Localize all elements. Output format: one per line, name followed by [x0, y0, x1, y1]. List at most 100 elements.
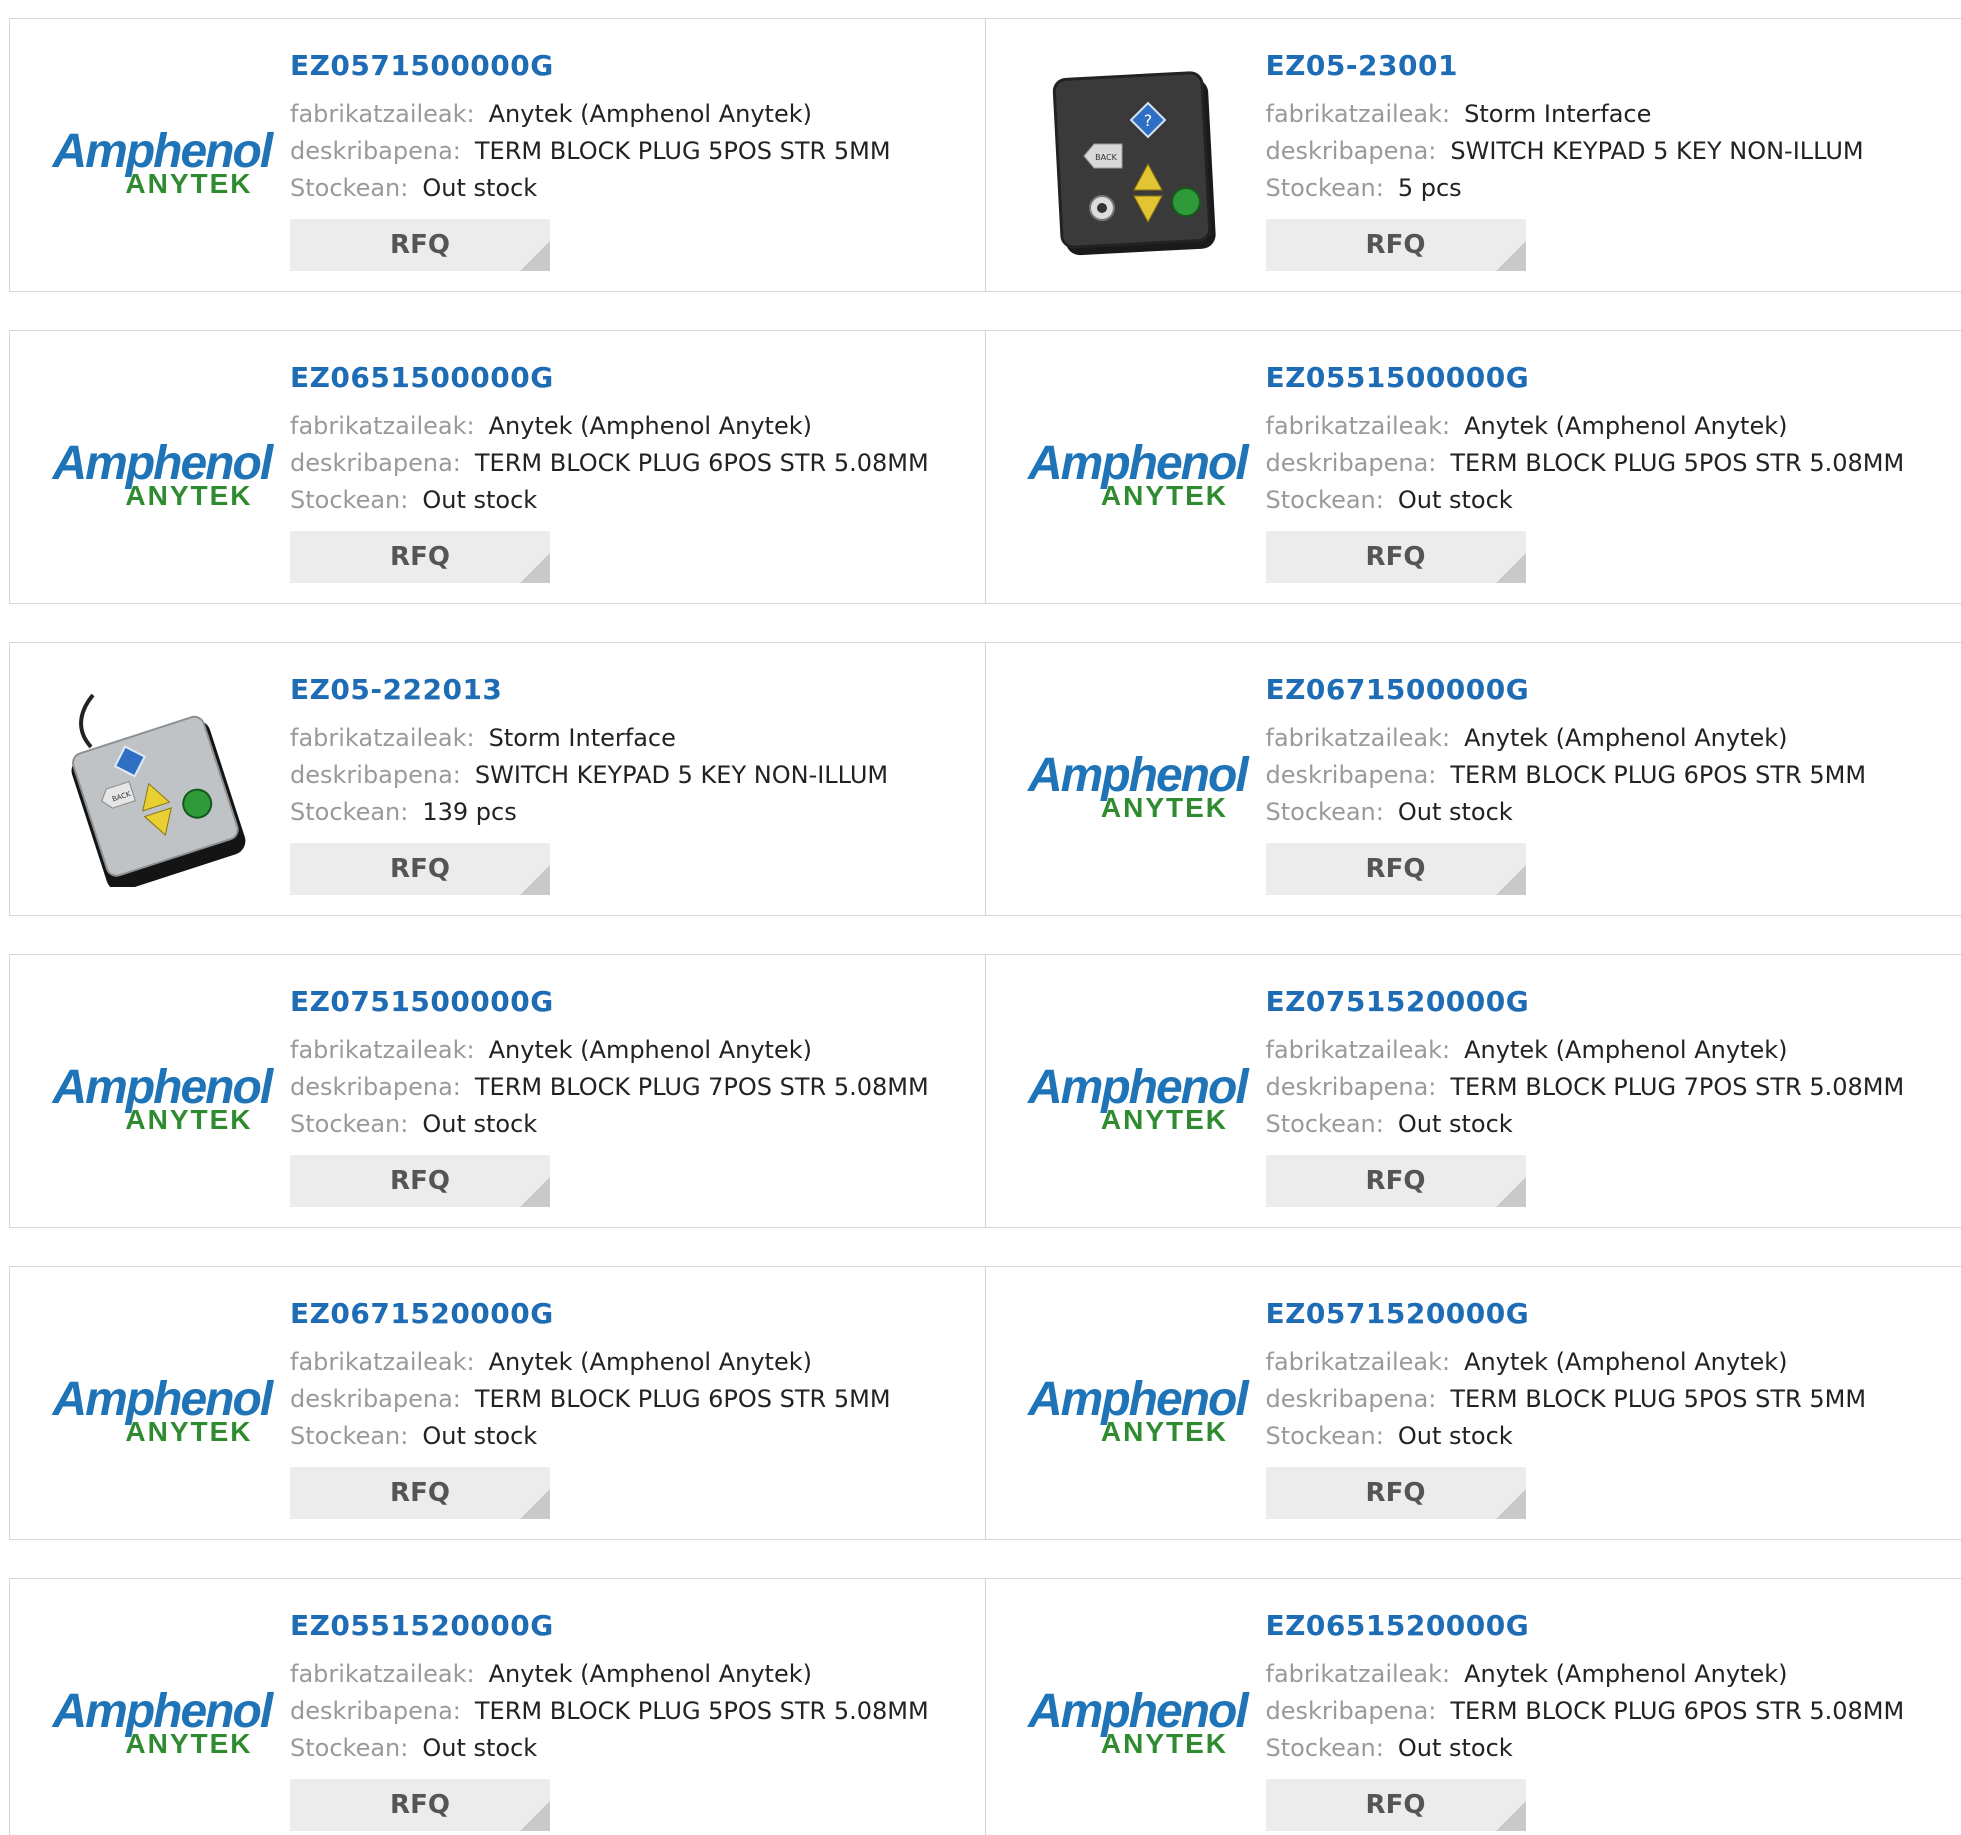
stock-value: Out stock [422, 1422, 538, 1450]
rfq-button[interactable]: RFQ [290, 1779, 550, 1831]
corner-triangle-icon [520, 1177, 550, 1207]
rfq-button[interactable]: RFQ [290, 843, 550, 895]
stock-label: Stockean: [1265, 486, 1384, 514]
rfq-label: RFQ [1365, 230, 1426, 260]
manufacturer-logo[interactable]: Amphenol ANYTEK [1026, 1623, 1249, 1823]
stock-value: Out stock [1397, 1734, 1513, 1762]
part-number-link[interactable]: EZ0751500000G [290, 985, 929, 1018]
manufacturer-value: Anytek (Amphenol Anytek) [488, 1348, 812, 1376]
product-row: BACK EZ05-222013 fabrikatzaileak: Storm I… [9, 642, 1961, 916]
description-value: TERM BLOCK PLUG 6POS STR 5MM [474, 1385, 891, 1413]
stock-label: Stockean: [1265, 1422, 1384, 1450]
manufacturer-logo[interactable]: Amphenol ANYTEK [1026, 687, 1249, 887]
product-card: Amphenol ANYTEK EZ0751500000G fabrikatzai… [9, 954, 986, 1228]
product-row: Amphenol ANYTEK EZ0551520000G fabrikatzai… [9, 1578, 1961, 1835]
product-card: Amphenol ANYTEK EZ0571500000G fabrikatzai… [9, 18, 986, 292]
description-label: deskribapena: [290, 1697, 461, 1725]
manufacturer-value: Anytek (Amphenol Anytek) [1464, 1660, 1788, 1688]
product-card: Amphenol ANYTEK EZ0651520000G fabrikatzai… [985, 1578, 1961, 1835]
corner-triangle-icon [520, 1489, 550, 1519]
manufacturer-label: fabrikatzaileak: [290, 412, 475, 440]
corner-triangle-icon [1495, 553, 1526, 583]
stock-value: Out stock [422, 1734, 538, 1762]
corner-triangle-icon [520, 553, 550, 583]
stock-value: Out stock [1397, 1422, 1513, 1450]
part-number-link[interactable]: EZ0651520000G [1266, 1609, 1905, 1642]
corner-triangle-icon [520, 1801, 550, 1831]
part-number-link[interactable]: EZ0551500000G [1266, 361, 1905, 394]
part-number-link[interactable]: EZ0751520000G [1266, 985, 1905, 1018]
manufacturer-label: fabrikatzaileak: [1265, 724, 1451, 752]
part-number-link[interactable]: EZ0571520000G [1266, 1297, 1867, 1330]
description-label: deskribapena: [1265, 1385, 1437, 1413]
rfq-label: RFQ [1365, 1166, 1426, 1196]
manufacturer-label: fabrikatzaileak: [290, 1036, 475, 1064]
product-row: Amphenol ANYTEK EZ0571500000G fabrikatzai… [9, 18, 1961, 292]
rfq-label: RFQ [1365, 1478, 1426, 1508]
manufacturer-value: Storm Interface [488, 724, 676, 752]
manufacturer-value: Anytek (Amphenol Anytek) [488, 1036, 812, 1064]
keypad-panel-image[interactable]: ? BACK [1026, 63, 1231, 263]
rfq-button[interactable]: RFQ [1265, 1155, 1526, 1207]
manufacturer-logo[interactable]: Amphenol ANYTEK [50, 63, 274, 263]
rfq-button[interactable]: RFQ [1265, 843, 1526, 895]
stock-value: 5 pcs [1397, 174, 1462, 202]
rfq-label: RFQ [390, 542, 450, 572]
rfq-label: RFQ [1365, 854, 1426, 884]
description-value: TERM BLOCK PLUG 5POS STR 5MM [1450, 1385, 1867, 1413]
rfq-button[interactable]: RFQ [1265, 531, 1526, 583]
product-grid: Amphenol ANYTEK EZ0571500000G fabrikatzai… [0, 0, 1961, 1835]
manufacturer-label: fabrikatzaileak: [1265, 100, 1451, 128]
stock-label: Stockean: [1265, 174, 1384, 202]
rfq-button[interactable]: RFQ [1265, 1779, 1526, 1831]
description-label: deskribapena: [1265, 449, 1437, 477]
description-value: TERM BLOCK PLUG 7POS STR 5.08MM [474, 1073, 929, 1101]
product-row: Amphenol ANYTEK EZ0651500000G fabrikatzai… [9, 330, 1961, 604]
part-number-link[interactable]: EZ05-222013 [290, 673, 888, 706]
stock-value: 139 pcs [422, 798, 517, 826]
stock-label: Stockean: [290, 1422, 409, 1450]
rfq-button[interactable]: RFQ [290, 1155, 550, 1207]
stock-label: Stockean: [290, 486, 409, 514]
rfq-label: RFQ [390, 1790, 450, 1820]
part-number-link[interactable]: EZ0671520000G [290, 1297, 891, 1330]
product-card: BACK EZ05-222013 fabrikatzaileak: Storm I… [9, 642, 986, 916]
rfq-button[interactable]: RFQ [1265, 219, 1526, 271]
rfq-label: RFQ [390, 854, 450, 884]
manufacturer-value: Anytek (Amphenol Anytek) [488, 1660, 812, 1688]
stock-label: Stockean: [290, 174, 409, 202]
manufacturer-logo[interactable]: Amphenol ANYTEK [50, 375, 274, 575]
back-key-text: BACK [1095, 153, 1117, 162]
corner-triangle-icon [1495, 1489, 1526, 1519]
part-number-link[interactable]: EZ0671500000G [1266, 673, 1867, 706]
manufacturer-logo[interactable]: Amphenol ANYTEK [50, 999, 274, 1199]
rfq-button[interactable]: RFQ [290, 219, 550, 271]
manufacturer-logo[interactable]: Amphenol ANYTEK [50, 1623, 274, 1823]
part-number-link[interactable]: EZ0551520000G [290, 1609, 929, 1642]
manufacturer-label: fabrikatzaileak: [290, 724, 475, 752]
stock-value: Out stock [422, 486, 538, 514]
product-card: Amphenol ANYTEK EZ0671520000G fabrikatzai… [9, 1266, 986, 1540]
manufacturer-logo[interactable]: Amphenol ANYTEK [50, 1311, 274, 1511]
manufacturer-logo[interactable]: Amphenol ANYTEK [1026, 999, 1249, 1199]
part-number-link[interactable]: EZ05-23001 [1266, 49, 1864, 82]
part-number-link[interactable]: EZ0571500000G [290, 49, 891, 82]
stock-label: Stockean: [290, 1734, 409, 1762]
manufacturer-value: Anytek (Amphenol Anytek) [1464, 724, 1788, 752]
manufacturer-logo[interactable]: Amphenol ANYTEK [1026, 1311, 1249, 1511]
rfq-button[interactable]: RFQ [290, 1467, 550, 1519]
rfq-button[interactable]: RFQ [290, 531, 550, 583]
description-label: deskribapena: [1265, 1697, 1437, 1725]
manufacturer-value: Anytek (Amphenol Anytek) [1464, 412, 1788, 440]
part-number-link[interactable]: EZ0651500000G [290, 361, 929, 394]
keypad-desktop-image[interactable]: BACK [50, 687, 255, 887]
corner-triangle-icon [1495, 1177, 1526, 1207]
description-label: deskribapena: [290, 449, 461, 477]
manufacturer-logo[interactable]: Amphenol ANYTEK [1026, 375, 1249, 575]
stock-label: Stockean: [1265, 1110, 1384, 1138]
description-value: TERM BLOCK PLUG 5POS STR 5.08MM [1450, 449, 1905, 477]
description-value: TERM BLOCK PLUG 5POS STR 5.08MM [474, 1697, 929, 1725]
description-value: SWITCH KEYPAD 5 KEY NON-ILLUM [474, 761, 889, 789]
rfq-button[interactable]: RFQ [1265, 1467, 1526, 1519]
description-label: deskribapena: [1265, 1073, 1437, 1101]
